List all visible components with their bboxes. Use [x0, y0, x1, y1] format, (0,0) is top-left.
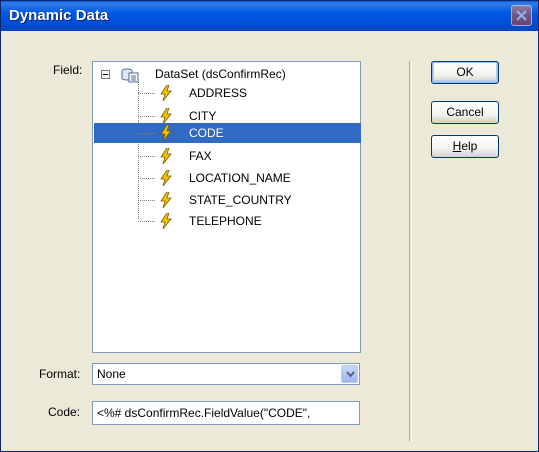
- tree-item-code[interactable]: CODE: [94, 123, 361, 144]
- format-value: None: [97, 367, 126, 381]
- ok-button[interactable]: OK: [431, 61, 499, 84]
- tree-item-telephone[interactable]: TELEPHONE: [138, 211, 353, 232]
- lightning-bolt-icon: [159, 169, 173, 189]
- help-label: elp: [461, 139, 478, 153]
- tree-item-fax[interactable]: FAX: [138, 146, 353, 167]
- tree-item-state-country[interactable]: STATE_COUNTRY: [138, 190, 353, 211]
- code-field[interactable]: <%# dsConfirmRec.FieldValue("CODE",: [92, 401, 360, 425]
- lightning-bolt-icon: [159, 147, 173, 167]
- lightning-bolt-icon: [159, 84, 173, 104]
- window-title: Dynamic Data: [9, 7, 109, 24]
- dataset-icon: [120, 66, 140, 87]
- tree-item-label: FAX: [189, 149, 212, 163]
- help-button[interactable]: Help: [431, 135, 499, 158]
- close-button[interactable]: [511, 5, 532, 26]
- tree-item-label: TELEPHONE: [189, 214, 262, 228]
- separator: [409, 61, 412, 441]
- lightning-bolt-icon: [159, 124, 173, 144]
- title-bar[interactable]: Dynamic Data: [1, 1, 538, 31]
- code-value: <%# dsConfirmRec.FieldValue("CODE",: [97, 406, 311, 420]
- tree-root-dataset[interactable]: DataSet (dsConfirmRec): [155, 67, 286, 81]
- tree-item-address[interactable]: ADDRESS: [138, 83, 353, 104]
- code-label: Code:: [48, 405, 81, 419]
- tree-connector: [138, 82, 139, 219]
- close-icon: [516, 10, 527, 21]
- tree-item-label: LOCATION_NAME: [189, 171, 291, 185]
- format-label: Format:: [39, 367, 81, 381]
- tree-item-location-name[interactable]: LOCATION_NAME: [138, 168, 353, 189]
- field-label: Field:: [53, 63, 83, 77]
- lightning-bolt-icon: [159, 212, 173, 232]
- lightning-bolt-icon: [159, 191, 173, 211]
- chevron-down-icon: [346, 371, 355, 378]
- format-dropdown-button[interactable]: [341, 365, 358, 383]
- tree-item-label: ADDRESS: [189, 86, 248, 100]
- selection-highlight: [94, 123, 361, 143]
- collapse-minus-icon[interactable]: [101, 70, 110, 79]
- tree-item-label: CODE: [189, 126, 224, 140]
- field-tree[interactable]: DataSet (dsConfirmRec) ADDRESS CITY CODE…: [92, 61, 361, 353]
- cancel-button[interactable]: Cancel: [431, 101, 499, 124]
- tree-item-label: CITY: [189, 109, 217, 123]
- dynamic-data-dialog: Dynamic Data Field: DataSet (dsConfirmRe…: [0, 0, 539, 452]
- tree-item-label: STATE_COUNTRY: [189, 193, 292, 207]
- format-select[interactable]: None: [92, 363, 360, 385]
